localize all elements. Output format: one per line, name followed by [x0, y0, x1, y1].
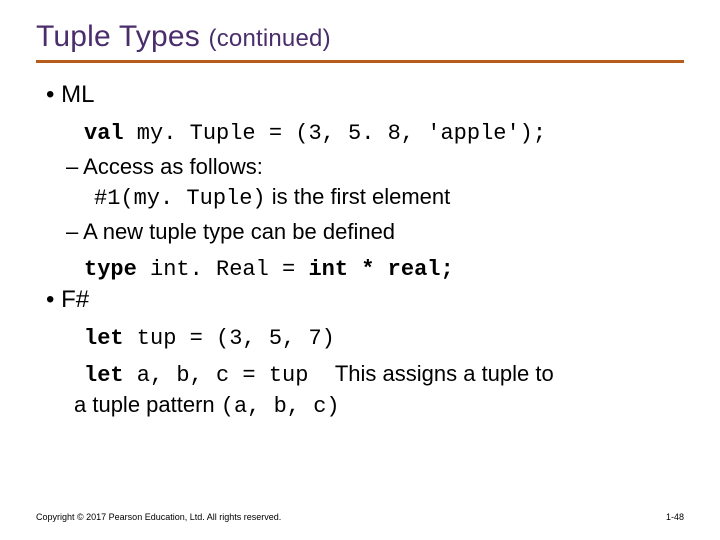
- bullet-list: ML: [36, 81, 684, 109]
- fs-code1: let tup = (3, 5, 7): [84, 326, 335, 351]
- newtype-code-line: type int. Real = int * real;: [84, 255, 684, 282]
- ml-code-line: val my. Tuple = (3, 5. 8, ′apple′);: [84, 119, 684, 146]
- fs-text-line2: a tuple pattern (a, b, c): [74, 392, 684, 419]
- fs-code2: let a, b, c = tup: [84, 363, 335, 388]
- fs-text-part1: This assigns a tuple to: [335, 361, 554, 386]
- access-code: #1(my. Tuple): [94, 186, 266, 211]
- newtype-code: type int. Real = int * real;: [84, 257, 454, 282]
- title-continued: (continued): [209, 25, 331, 52]
- bullet-list-2: F#: [36, 286, 684, 314]
- divider: [36, 60, 684, 63]
- slide-title: Tuple Types (continued): [36, 20, 684, 54]
- footer: Copyright © 2017 Pearson Education, Ltd.…: [36, 512, 684, 522]
- fs-code3: (a, b, c): [221, 394, 340, 419]
- bullet-newtype: A new tuple type can be defined: [66, 219, 684, 245]
- fs-code1-line: let tup = (3, 5, 7): [84, 324, 684, 351]
- bullet-fsharp-text: F#: [61, 286, 89, 313]
- fs-text-part2: a tuple pattern: [74, 392, 221, 417]
- access-text: is the first element: [266, 184, 451, 209]
- slide: Tuple Types (continued) ML val my. Tuple…: [0, 0, 720, 540]
- bullet-ml: ML: [46, 81, 684, 109]
- bullet-newtype-text: A new tuple type can be defined: [83, 219, 395, 244]
- bullet-fsharp: F#: [46, 286, 684, 314]
- bullet-access: Access as follows:: [66, 154, 684, 180]
- bullet-access-text: Access as follows:: [83, 154, 263, 179]
- fs-code2-line: let a, b, c = tup This assigns a tuple t…: [84, 361, 684, 388]
- copyright: Copyright © 2017 Pearson Education, Ltd.…: [36, 512, 281, 522]
- bullet-ml-text: ML: [61, 81, 94, 108]
- page-number: 1-48: [666, 512, 684, 522]
- title-main: Tuple Types: [36, 20, 209, 53]
- ml-code: val my. Tuple = (3, 5. 8, ′apple′);: [84, 121, 546, 146]
- access-line: #1(my. Tuple) is the first element: [94, 184, 684, 211]
